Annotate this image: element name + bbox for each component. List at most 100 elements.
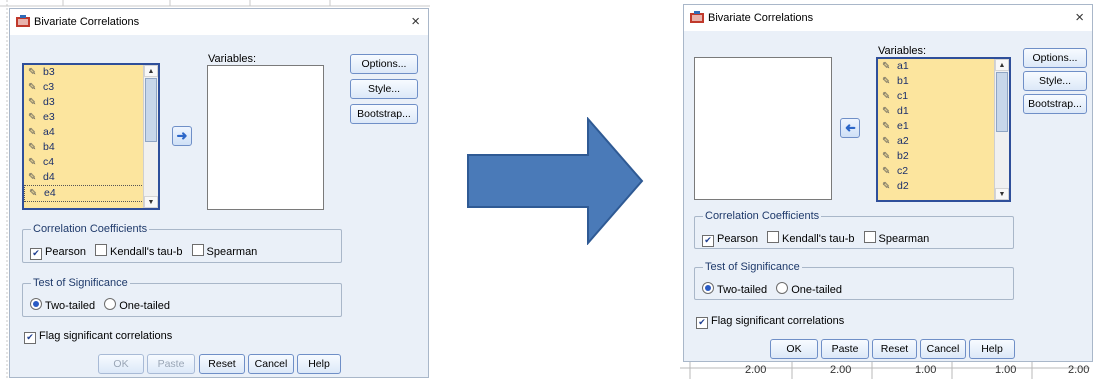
pearson-checkbox[interactable]: ✔ Pearson: [702, 233, 758, 247]
scroll-thumb[interactable]: [145, 78, 157, 142]
variable-list-item[interactable]: ✎ c1: [878, 89, 1009, 104]
scroll-down-icon[interactable]: ▼: [995, 188, 1009, 200]
variable-name: d1: [897, 105, 909, 117]
options-button[interactable]: Options...: [350, 54, 418, 74]
flag-significant-checkbox[interactable]: ✔ Flag significant correlations: [696, 315, 844, 329]
kendall-checkbox[interactable]: Kendall's tau-b: [95, 244, 182, 258]
variable-name: e3: [43, 111, 55, 123]
style-button[interactable]: Style...: [1023, 71, 1087, 91]
variable-list-item[interactable]: ✎ b3: [24, 65, 158, 80]
style-button[interactable]: Style...: [350, 79, 418, 99]
variable-name: d2: [897, 180, 909, 192]
source-variable-list[interactable]: [694, 57, 832, 200]
variable-list-item[interactable]: ✎ c2: [878, 164, 1009, 179]
two-tailed-radio[interactable]: Two-tailed: [30, 298, 95, 312]
variable-list-item[interactable]: ✎ a4: [24, 125, 158, 140]
scale-variable-icon: ✎: [28, 97, 37, 108]
variable-list-item[interactable]: ✎ d3: [24, 95, 158, 110]
scale-variable-icon: ✎: [882, 91, 891, 102]
variable-name: c3: [43, 81, 55, 93]
variable-list-item[interactable]: ✎ b1: [878, 74, 1009, 89]
cell-value: 2.00: [745, 364, 767, 376]
bootstrap-button[interactable]: Bootstrap...: [350, 104, 418, 124]
scrollbar[interactable]: ▲ ▼: [143, 65, 158, 208]
move-left-arrow-button[interactable]: ➜: [840, 118, 860, 138]
variable-list-item[interactable]: ✎ b4: [24, 140, 158, 155]
test-of-significance-group: Test of Significance Two-tailed One-tail…: [694, 261, 1014, 300]
arrow-left-icon: ➜: [844, 120, 856, 135]
correlation-coefficients-group: Correlation Coefficients ✔ Pearson Kendal…: [22, 223, 342, 263]
ok-button[interactable]: OK: [98, 354, 144, 374]
variable-name: a2: [897, 135, 909, 147]
scale-variable-icon: ✎: [28, 82, 37, 93]
variable-list-item[interactable]: ✎ a2: [878, 134, 1009, 149]
variable-list-item[interactable]: ✎ e4: [24, 185, 158, 202]
scale-variable-icon: ✎: [28, 127, 37, 138]
scale-variable-icon: ✎: [882, 181, 891, 192]
variable-name: d3: [43, 96, 55, 108]
scale-variable-icon: ✎: [29, 188, 38, 199]
help-button[interactable]: Help: [297, 354, 341, 374]
two-tailed-radio[interactable]: Two-tailed: [702, 282, 767, 296]
cancel-button[interactable]: Cancel: [920, 339, 966, 359]
cell-value: 2.00: [830, 364, 852, 376]
checkmark-icon: ✔: [702, 235, 714, 247]
paste-button[interactable]: Paste: [147, 354, 195, 374]
variable-list-item[interactable]: ✎ e1: [878, 119, 1009, 134]
variable-list-item[interactable]: ✎ d1: [878, 104, 1009, 119]
spearman-checkbox[interactable]: Spearman: [863, 231, 929, 245]
scrollbar[interactable]: ▲ ▼: [994, 59, 1009, 200]
pearson-checkbox[interactable]: ✔ Pearson: [30, 246, 86, 260]
variable-name: b4: [43, 141, 55, 153]
target-variables-list[interactable]: [207, 65, 324, 210]
title-bar: Bivariate Correlations ×: [684, 5, 1092, 31]
variable-list-item[interactable]: ✎ e3: [24, 110, 158, 125]
spearman-checkbox[interactable]: Spearman: [191, 244, 257, 258]
scroll-thumb[interactable]: [996, 72, 1008, 132]
cancel-button[interactable]: Cancel: [248, 354, 294, 374]
variable-list-item[interactable]: ✎ d4: [24, 170, 158, 185]
variable-name: a4: [43, 126, 55, 138]
dialog-title: Bivariate Correlations: [34, 16, 140, 28]
scale-variable-icon: ✎: [882, 136, 891, 147]
group-label: Correlation Coefficients: [703, 210, 822, 222]
reset-button[interactable]: Reset: [199, 354, 245, 374]
paste-button[interactable]: Paste: [821, 339, 869, 359]
scale-variable-icon: ✎: [882, 106, 891, 117]
options-button[interactable]: Options...: [1023, 48, 1087, 68]
spss-dialog-icon: [16, 15, 30, 27]
checkmark-icon: ✔: [24, 332, 36, 344]
scale-variable-icon: ✎: [28, 112, 37, 123]
variables-label: Variables:: [208, 53, 257, 65]
scale-variable-icon: ✎: [28, 157, 37, 168]
scroll-up-icon[interactable]: ▲: [144, 65, 158, 77]
target-variables-list[interactable]: ✎ a1 ✎ b1 ✎ c1 ✎ d1 ✎ e1 ✎ a2 ✎ b2 ✎ c2 ✎ d2 ▲ ▼: [876, 57, 1011, 202]
variable-list-item[interactable]: ✎ c3: [24, 80, 158, 95]
group-label: Test of Significance: [703, 261, 802, 273]
scroll-down-icon[interactable]: ▼: [144, 196, 158, 208]
variable-list-item[interactable]: ✎ d2: [878, 179, 1009, 194]
help-button[interactable]: Help: [969, 339, 1015, 359]
flag-significant-checkbox[interactable]: ✔ Flag significant correlations: [24, 330, 172, 344]
variable-name: b3: [43, 66, 55, 78]
bootstrap-button[interactable]: Bootstrap...: [1023, 94, 1087, 114]
variable-list-item[interactable]: ✎ a1: [878, 59, 1009, 74]
one-tailed-radio[interactable]: One-tailed: [104, 298, 170, 312]
close-icon[interactable]: ×: [411, 13, 420, 30]
variable-name: b2: [897, 150, 909, 162]
one-tailed-radio[interactable]: One-tailed: [776, 282, 842, 296]
source-variable-list[interactable]: ✎ b3 ✎ c3 ✎ d3 ✎ e3 ✎ a4 ✎ b4 ✎ c4 ✎ d4 ✎ e4 ▲ ▼: [22, 63, 160, 210]
correlation-coefficients-group: Correlation Coefficients ✔ Pearson Kendal…: [694, 210, 1014, 249]
ok-button[interactable]: OK: [770, 339, 818, 359]
reset-button[interactable]: Reset: [872, 339, 917, 359]
variable-list-item[interactable]: ✎ b2: [878, 149, 1009, 164]
kendall-checkbox[interactable]: Kendall's tau-b: [767, 231, 854, 245]
close-icon[interactable]: ×: [1075, 9, 1084, 26]
move-right-arrow-button[interactable]: ➜: [172, 126, 192, 146]
variable-list-item[interactable]: ✎ c4: [24, 155, 158, 170]
variable-name: c4: [43, 156, 55, 168]
checkmark-icon: ✔: [696, 317, 708, 329]
scroll-up-icon[interactable]: ▲: [995, 59, 1009, 71]
variable-name: c1: [897, 90, 909, 102]
dialog-title: Bivariate Correlations: [708, 12, 814, 24]
